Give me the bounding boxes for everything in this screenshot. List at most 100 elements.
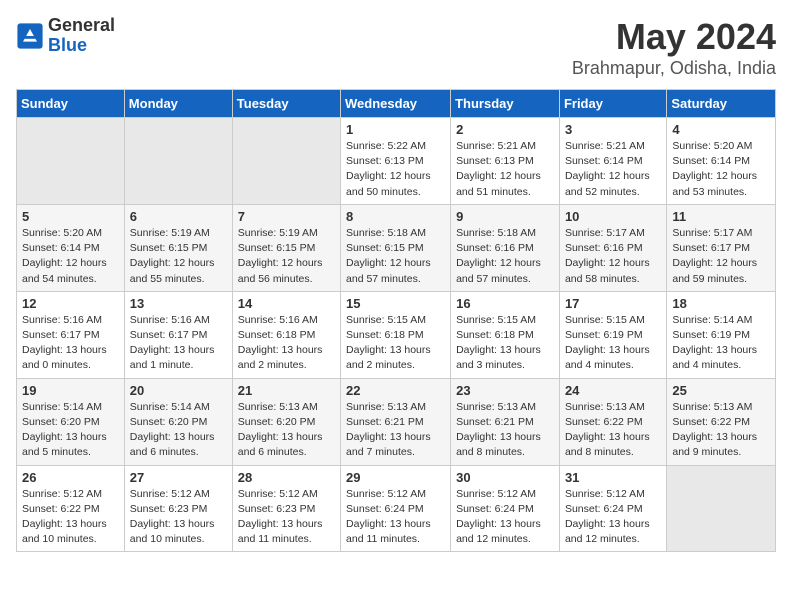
weekday-header: Tuesday [232, 90, 340, 118]
day-info: Sunrise: 5:12 AMSunset: 6:22 PMDaylight:… [22, 487, 119, 548]
day-info: Sunrise: 5:15 AMSunset: 6:19 PMDaylight:… [565, 313, 661, 374]
day-number: 1 [346, 122, 445, 137]
day-info: Sunrise: 5:14 AMSunset: 6:19 PMDaylight:… [672, 313, 770, 374]
day-number: 5 [22, 209, 119, 224]
day-number: 13 [130, 296, 227, 311]
calendar-cell: 20Sunrise: 5:14 AMSunset: 6:20 PMDayligh… [124, 378, 232, 465]
calendar-cell: 1 Sunrise: 5:22 AMSunset: 6:13 PMDaylight… [341, 118, 451, 205]
weekday-header: Wednesday [341, 90, 451, 118]
calendar-cell: 15 Sunrise: 5:15 AMSunset: 6:18 PMDayligh… [341, 291, 451, 378]
location-title: Brahmapur, Odisha, India [572, 58, 776, 79]
calendar-cell: 23 Sunrise: 5:13 AMSunset: 6:21 PMDayligh… [451, 378, 560, 465]
day-info: Sunrise: 5:12 AMSunset: 6:24 PMDaylight:… [565, 487, 661, 548]
day-number: 29 [346, 470, 445, 485]
calendar-cell: 10Sunrise: 5:17 AMSunset: 6:16 PMDayligh… [559, 204, 666, 291]
weekday-header-row: SundayMondayTuesdayWednesdayThursdayFrid… [17, 90, 776, 118]
day-info: Sunrise: 5:13 AMSunset: 6:22 PMDaylight:… [565, 400, 661, 461]
calendar-cell: 25 Sunrise: 5:13 AMSunset: 6:22 PMDayligh… [667, 378, 776, 465]
calendar-cell [667, 465, 776, 552]
day-info: Sunrise: 5:22 AMSunset: 6:13 PMDaylight:… [346, 139, 445, 200]
page-header: General Blue May 2024 Brahmapur, Odisha,… [16, 16, 776, 79]
calendar-cell: 9 Sunrise: 5:18 AMSunset: 6:16 PMDaylight… [451, 204, 560, 291]
day-number: 12 [22, 296, 119, 311]
title-block: May 2024 Brahmapur, Odisha, India [572, 16, 776, 79]
day-number: 18 [672, 296, 770, 311]
day-number: 27 [130, 470, 227, 485]
day-info: Sunrise: 5:19 AMSunset: 6:15 PMDaylight:… [238, 226, 335, 287]
day-number: 7 [238, 209, 335, 224]
day-info: Sunrise: 5:12 AMSunset: 6:23 PMDaylight:… [130, 487, 227, 548]
calendar-cell: 30 Sunrise: 5:12 AMSunset: 6:24 PMDayligh… [451, 465, 560, 552]
calendar-cell: 18 Sunrise: 5:14 AMSunset: 6:19 PMDayligh… [667, 291, 776, 378]
day-info: Sunrise: 5:12 AMSunset: 6:24 PMDaylight:… [346, 487, 445, 548]
day-number: 25 [672, 383, 770, 398]
day-info: Sunrise: 5:13 AMSunset: 6:21 PMDaylight:… [456, 400, 554, 461]
day-number: 16 [456, 296, 554, 311]
day-info: Sunrise: 5:15 AMSunset: 6:18 PMDaylight:… [346, 313, 445, 374]
calendar-cell: 21Sunrise: 5:13 AMSunset: 6:20 PMDayligh… [232, 378, 340, 465]
day-number: 6 [130, 209, 227, 224]
logo-text: General Blue [48, 16, 115, 56]
day-info: Sunrise: 5:21 AMSunset: 6:14 PMDaylight:… [565, 139, 661, 200]
day-number: 15 [346, 296, 445, 311]
calendar-cell: 7 Sunrise: 5:19 AMSunset: 6:15 PMDaylight… [232, 204, 340, 291]
calendar-cell: 3 Sunrise: 5:21 AMSunset: 6:14 PMDaylight… [559, 118, 666, 205]
calendar-cell [124, 118, 232, 205]
day-number: 24 [565, 383, 661, 398]
day-number: 4 [672, 122, 770, 137]
calendar-week-row: 5 Sunrise: 5:20 AMSunset: 6:14 PMDaylight… [17, 204, 776, 291]
calendar-cell [17, 118, 125, 205]
day-info: Sunrise: 5:20 AMSunset: 6:14 PMDaylight:… [22, 226, 119, 287]
day-info: Sunrise: 5:14 AMSunset: 6:20 PMDaylight:… [22, 400, 119, 461]
calendar-week-row: 12 Sunrise: 5:16 AMSunset: 6:17 PMDayligh… [17, 291, 776, 378]
calendar-cell: 12 Sunrise: 5:16 AMSunset: 6:17 PMDayligh… [17, 291, 125, 378]
day-number: 3 [565, 122, 661, 137]
calendar-table: SundayMondayTuesdayWednesdayThursdayFrid… [16, 89, 776, 552]
day-info: Sunrise: 5:16 AMSunset: 6:17 PMDaylight:… [22, 313, 119, 374]
calendar-cell: 27 Sunrise: 5:12 AMSunset: 6:23 PMDayligh… [124, 465, 232, 552]
logo-icon [16, 22, 44, 50]
calendar-cell: 14Sunrise: 5:16 AMSunset: 6:18 PMDayligh… [232, 291, 340, 378]
day-info: Sunrise: 5:14 AMSunset: 6:20 PMDaylight:… [130, 400, 227, 461]
day-info: Sunrise: 5:16 AMSunset: 6:18 PMDaylight:… [238, 313, 335, 374]
month-title: May 2024 [572, 16, 776, 58]
calendar-cell [232, 118, 340, 205]
logo-blue: Blue [48, 36, 115, 56]
day-info: Sunrise: 5:13 AMSunset: 6:20 PMDaylight:… [238, 400, 335, 461]
calendar-cell: 13 Sunrise: 5:16 AMSunset: 6:17 PMDayligh… [124, 291, 232, 378]
calendar-cell: 28 Sunrise: 5:12 AMSunset: 6:23 PMDayligh… [232, 465, 340, 552]
day-number: 9 [456, 209, 554, 224]
calendar-cell: 26 Sunrise: 5:12 AMSunset: 6:22 PMDayligh… [17, 465, 125, 552]
day-number: 8 [346, 209, 445, 224]
logo: General Blue [16, 16, 115, 56]
calendar-cell: 2Sunrise: 5:21 AMSunset: 6:13 PMDaylight… [451, 118, 560, 205]
calendar-cell: 6 Sunrise: 5:19 AMSunset: 6:15 PMDaylight… [124, 204, 232, 291]
day-number: 26 [22, 470, 119, 485]
day-info: Sunrise: 5:17 AMSunset: 6:17 PMDaylight:… [672, 226, 770, 287]
day-number: 30 [456, 470, 554, 485]
calendar-week-row: 1 Sunrise: 5:22 AMSunset: 6:13 PMDaylight… [17, 118, 776, 205]
logo-general: General [48, 16, 115, 36]
calendar-week-row: 19Sunrise: 5:14 AMSunset: 6:20 PMDayligh… [17, 378, 776, 465]
day-number: 23 [456, 383, 554, 398]
day-info: Sunrise: 5:13 AMSunset: 6:22 PMDaylight:… [672, 400, 770, 461]
day-info: Sunrise: 5:20 AMSunset: 6:14 PMDaylight:… [672, 139, 770, 200]
calendar-cell: 17 Sunrise: 5:15 AMSunset: 6:19 PMDayligh… [559, 291, 666, 378]
weekday-header: Thursday [451, 90, 560, 118]
day-number: 17 [565, 296, 661, 311]
day-info: Sunrise: 5:12 AMSunset: 6:23 PMDaylight:… [238, 487, 335, 548]
weekday-header: Sunday [17, 90, 125, 118]
day-number: 31 [565, 470, 661, 485]
day-info: Sunrise: 5:16 AMSunset: 6:17 PMDaylight:… [130, 313, 227, 374]
calendar-cell: 8Sunrise: 5:18 AMSunset: 6:15 PMDaylight… [341, 204, 451, 291]
day-number: 28 [238, 470, 335, 485]
day-number: 22 [346, 383, 445, 398]
day-info: Sunrise: 5:19 AMSunset: 6:15 PMDaylight:… [130, 226, 227, 287]
day-info: Sunrise: 5:18 AMSunset: 6:16 PMDaylight:… [456, 226, 554, 287]
weekday-header: Friday [559, 90, 666, 118]
calendar-cell: 19Sunrise: 5:14 AMSunset: 6:20 PMDayligh… [17, 378, 125, 465]
day-info: Sunrise: 5:21 AMSunset: 6:13 PMDaylight:… [456, 139, 554, 200]
calendar-cell: 11 Sunrise: 5:17 AMSunset: 6:17 PMDayligh… [667, 204, 776, 291]
day-number: 11 [672, 209, 770, 224]
day-info: Sunrise: 5:12 AMSunset: 6:24 PMDaylight:… [456, 487, 554, 548]
